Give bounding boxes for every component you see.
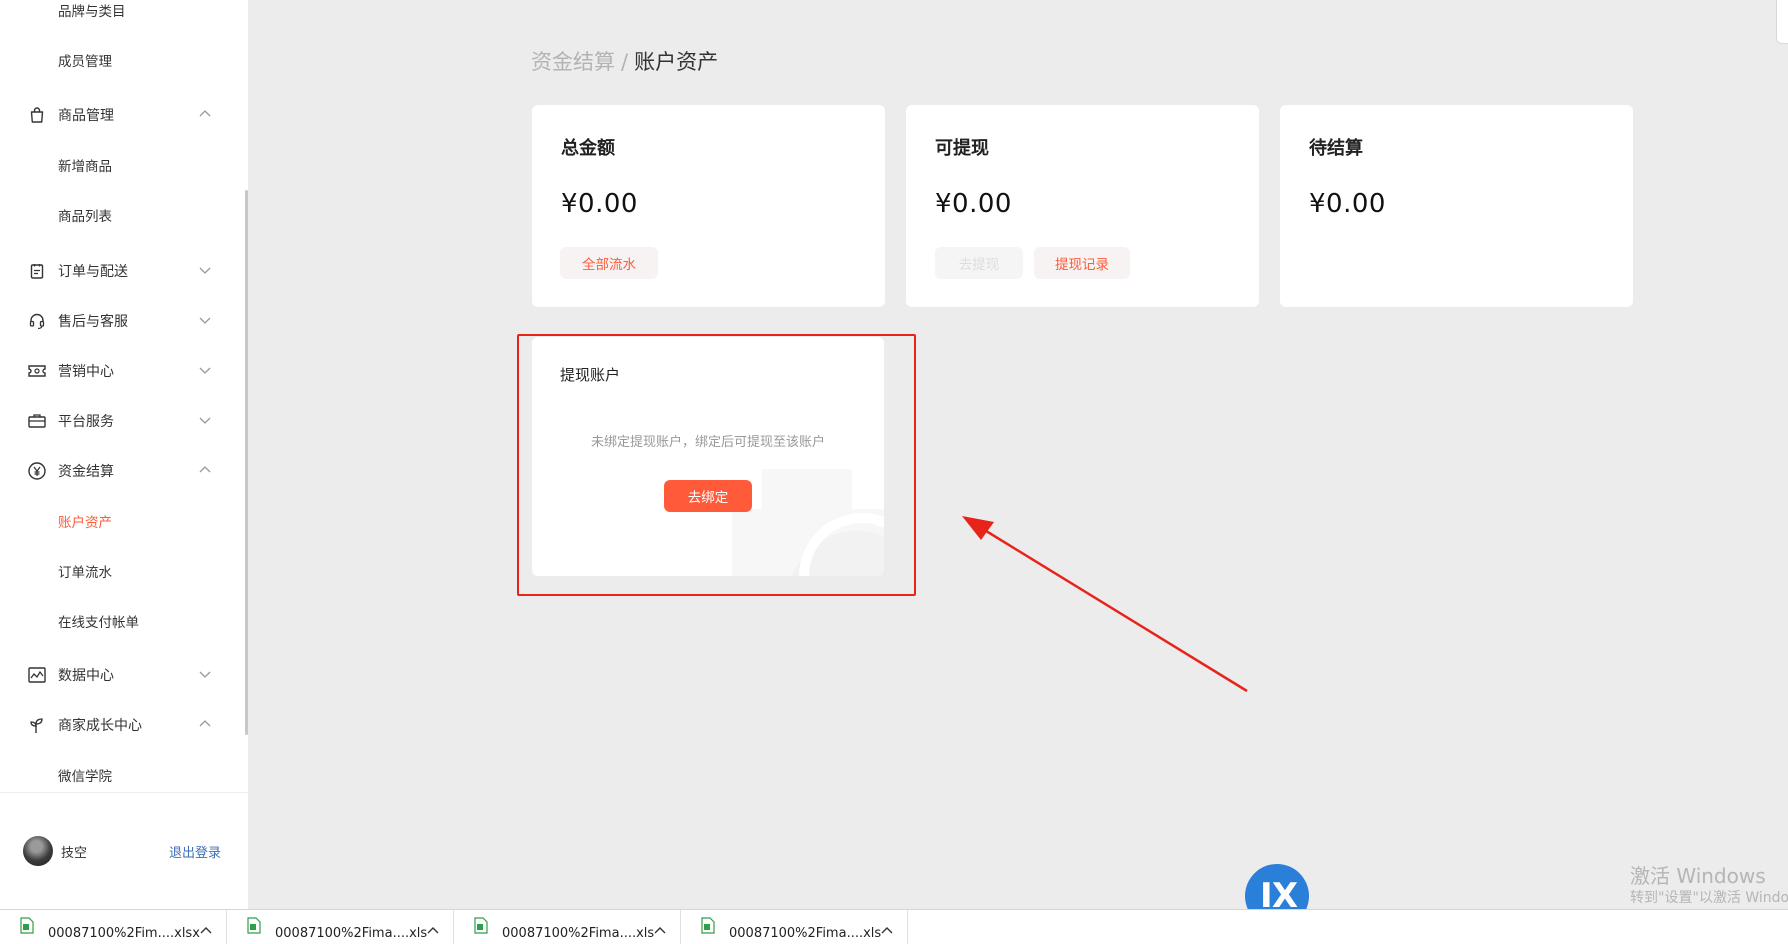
breadcrumb-parent[interactable]: 资金结算 [531,50,615,74]
sidebar-item-label: 商品管理 [58,108,114,124]
chevron-down-icon [199,671,211,678]
sidebar-item-label: 营销中心 [58,364,114,380]
sidebar-scrollbar[interactable] [245,190,248,735]
download-filename: 00087100%2Fima....xls [729,926,882,941]
sidebar-item-orders-delivery[interactable]: 订单与配送 [0,246,248,296]
sidebar-item-members[interactable]: 成员管理 [0,35,248,85]
chevron-down-icon [199,317,211,324]
withdraw-account-description: 未绑定提现账户，绑定后可提现至该账户 [590,435,825,450]
sidebar-item-label: 售后与客服 [58,314,128,330]
chevron-up-icon [199,466,211,473]
card-amount: ¥0.00 [935,189,1012,219]
card-title: 总金额 [561,138,615,159]
sidebar-item-label: 在线支付帐单 [58,615,139,631]
sidebar-item-label: 品牌与类目 [58,4,126,20]
annotation-arrow [962,516,1248,693]
chevron-down-icon [199,417,211,424]
bind-account-button[interactable]: 去绑定 [664,480,752,512]
chevron-down-icon [199,367,211,374]
withdraw-button[interactable]: 去提现 [935,247,1023,279]
sidebar-item-online-payment-bill[interactable]: 在线支付帐单 [0,596,248,646]
watermark-title: 激活 Windows [1630,864,1766,888]
sidebar-item-product-list[interactable]: 商品列表 [0,190,248,240]
headset-icon [27,311,47,331]
sidebar-item-marketing[interactable]: 营销中心 [0,346,248,396]
sidebar-item-label: 资金结算 [58,464,114,480]
watermark-subtitle: 转到"设置"以激活 Windows。 [1630,890,1788,906]
sidebar-item-label: 微信学院 [58,769,112,785]
shopping-bag-icon [27,105,47,125]
excel-file-icon [474,917,488,934]
sidebar-item-label: 新增商品 [58,159,112,175]
withdrawable-card: 可提现 ¥0.00 去提现 提现记录 [906,105,1259,307]
sidebar-item-label: 订单与配送 [58,264,128,280]
breadcrumb-separator: / [621,50,629,74]
avatar[interactable] [23,836,53,866]
sidebar-item-add-product[interactable]: 新增商品 [0,140,248,190]
sidebar-item-label: 商品列表 [58,209,112,225]
chevron-up-icon[interactable] [881,926,893,934]
card-title: 待结算 [1309,138,1363,159]
pending-settlement-card: 待结算 ¥0.00 [1280,105,1633,307]
card-amount: ¥0.00 [561,189,638,219]
sidebar-item-brand-category[interactable]: 品牌与类目 [0,0,248,35]
chart-icon [27,665,47,685]
withdraw-records-button[interactable]: 提现记录 [1034,247,1130,279]
sidebar-item-label: 商家成长中心 [58,718,142,734]
download-item[interactable]: 00087100%2Fim....xlsx [0,910,227,944]
sidebar-item-label: 平台服务 [58,414,114,430]
sidebar-divider [0,792,248,793]
chevron-down-icon [199,267,211,274]
logout-link[interactable]: 退出登录 [169,842,221,861]
sidebar-item-merchant-growth[interactable]: 商家成长中心 [0,700,248,750]
card-title: 可提现 [935,138,989,159]
excel-file-icon [20,917,34,934]
card-amount: ¥0.00 [1309,189,1386,219]
download-filename: 00087100%2Fima....xls [502,926,655,941]
user-name: 技空 [61,846,88,861]
download-filename: 00087100%2Fim....xlsx [48,926,200,941]
download-item[interactable]: 00087100%2Fima....xls [454,910,681,944]
sidebar-item-order-flow[interactable]: 订单流水 [0,546,248,596]
sidebar-item-label: 成员管理 [58,54,112,70]
chevron-up-icon[interactable] [654,926,666,934]
sidebar-item-label: 账户资产 [58,515,112,531]
download-filename: 00087100%2Fima....xls [275,926,428,941]
sidebar-item-data-center[interactable]: 数据中心 [0,650,248,700]
total-amount-card: 总金额 ¥0.00 全部流水 [532,105,885,307]
download-item[interactable]: 00087100%2Fima....xls [681,910,908,944]
chevron-up-icon[interactable] [200,926,212,934]
download-bar: 00087100%2Fim....xlsx 00087100%2Fima....… [0,909,1788,944]
breadcrumb: 资金结算 / 账户资产 [531,46,718,76]
withdraw-account-title: 提现账户 [560,366,621,384]
excel-file-icon [247,917,261,934]
sidebar-item-fund-settlement[interactable]: 资金结算 [0,446,248,496]
chevron-up-icon[interactable] [427,926,439,934]
sidebar-item-product-management[interactable]: 商品管理 [0,90,248,140]
decorative-background-shape [732,469,884,576]
sidebar-item-platform-services[interactable]: 平台服务 [0,396,248,446]
excel-file-icon [701,917,715,934]
all-transactions-button[interactable]: 全部流水 [560,247,658,279]
sprout-icon [27,715,47,735]
download-item[interactable]: 00087100%2Fima....xls [227,910,454,944]
sidebar-item-label: 数据中心 [58,668,114,684]
chevron-up-icon [199,110,211,117]
right-edge-tab[interactable] [1776,0,1788,44]
briefcase-icon [27,411,47,431]
clipboard-icon [27,261,47,281]
breadcrumb-current: 账户资产 [634,50,719,74]
sidebar-item-account-assets[interactable]: 账户资产 [0,496,248,546]
yen-circle-icon [27,461,47,481]
ticket-icon [27,361,47,381]
sidebar-item-after-sales[interactable]: 售后与客服 [0,296,248,346]
chevron-up-icon [199,720,211,727]
sidebar-item-label: 订单流水 [58,565,112,581]
withdraw-account-card: 提现账户 未绑定提现账户，绑定后可提现至该账户 去绑定 [532,337,884,576]
sidebar: 品牌与类目 成员管理 商品管理 新增商品 商品列表 订单与配送 售后与客服 营销… [0,0,248,909]
